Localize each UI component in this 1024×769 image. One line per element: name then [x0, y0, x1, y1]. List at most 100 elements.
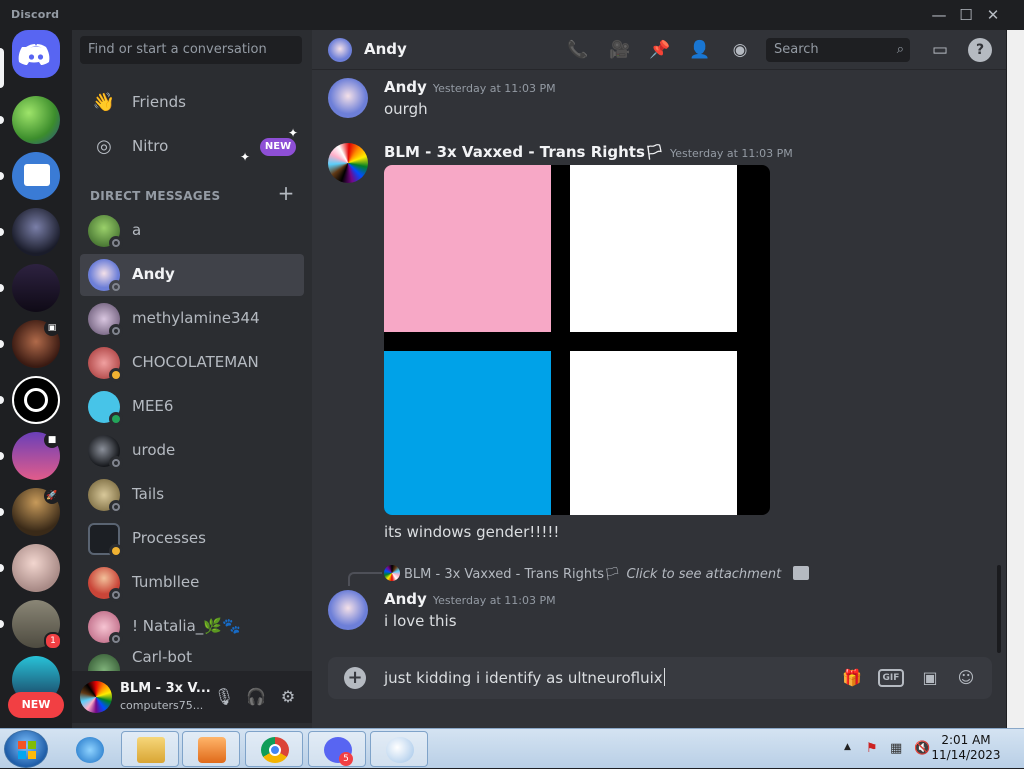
message-avatar[interactable] [328, 143, 368, 183]
inbox-icon[interactable]: ▭ [928, 38, 952, 62]
server-mention-badge: 1 [44, 632, 62, 650]
discord-logo-icon [18, 44, 50, 65]
emoji-icon[interactable]: ☺ [954, 666, 978, 690]
voice-call-icon[interactable]: 📞 [566, 38, 590, 62]
server-icon-4[interactable] [12, 264, 60, 312]
message-input[interactable]: just kidding i identify as ultneurofluix [384, 668, 665, 687]
nitro-new-badge: NEW [260, 138, 296, 156]
dm-name: methylamine344 [132, 309, 260, 327]
action-center-icon[interactable]: ⚑ [866, 741, 878, 756]
reply-preview[interactable]: BLM - 3x Vaxxed - Trans Rights🏳 Click to … [384, 565, 810, 582]
gif-button[interactable]: GIF [878, 669, 904, 687]
taskbar-explorer[interactable] [121, 731, 179, 767]
message-timestamp: Yesterday at 11:03 PM [432, 594, 556, 607]
friends-nav[interactable]: 👋 Friends [80, 82, 304, 124]
create-dm-plus-icon[interactable]: + [276, 181, 296, 205]
message-text: ourgh [384, 100, 428, 118]
nitro-icon: ◎ [96, 136, 112, 157]
white-square [570, 165, 737, 332]
windows-logo-icon [18, 741, 36, 759]
close-button[interactable]: ✕ [980, 4, 1006, 26]
taskbar-paint[interactable] [370, 731, 428, 767]
message-author[interactable]: Andy Yesterday at 11:03 PM [384, 78, 556, 96]
window-scrollbar[interactable] [1007, 30, 1024, 728]
chat-main: Andy 📞 🎥 📌 👤 ◉ Search ⌕ ▭ ? Andy Yesterda… [312, 30, 1006, 728]
search-icon: ⌕ [896, 42, 904, 57]
new-servers-pill[interactable]: NEW [8, 692, 64, 718]
reply-avatar [384, 565, 400, 581]
message-author[interactable]: Andy Yesterday at 11:03 PM [384, 590, 556, 608]
find-conversation-button[interactable]: Find or start a conversation [80, 36, 302, 64]
server-icon-2[interactable] [12, 152, 60, 200]
dm-item-natalia[interactable]: ! Natalia_🌿🐾 [80, 606, 304, 648]
headphones-icon[interactable]: 🎧 [244, 685, 268, 709]
dm-name: urode [132, 441, 176, 459]
dm-sidebar: Find or start a conversation 👋 Friends ◎… [72, 30, 312, 728]
internet-explorer-icon [76, 737, 104, 763]
server-list: ▣ ■ 🚀 1 NEW [0, 30, 72, 728]
nitro-nav[interactable]: ◎ Nitro ✦ ✦ NEW [80, 126, 304, 168]
pink-square [384, 165, 551, 332]
dm-item-a[interactable]: a [80, 210, 304, 252]
maximize-button[interactable]: ☐ [953, 4, 979, 26]
dm-item-processes[interactable]: Processes [80, 518, 304, 560]
user-avatar[interactable] [80, 681, 112, 713]
minimize-button[interactable]: — [926, 4, 952, 26]
dm-item-mee6[interactable]: MEE6 [80, 386, 304, 428]
search-input[interactable]: Search ⌕ [766, 38, 910, 62]
dm-item-tails[interactable]: Tails [80, 474, 304, 516]
taskbar-ie[interactable] [60, 731, 118, 767]
dm-item-methylamine344[interactable]: methylamine344 [80, 298, 304, 340]
show-hidden-icons-icon[interactable]: ▲ [844, 742, 851, 752]
gift-icon[interactable]: 🎁 [840, 666, 864, 690]
attach-plus-icon[interactable]: + [344, 667, 366, 689]
message-avatar[interactable] [328, 590, 368, 630]
server-icon-6[interactable] [12, 376, 60, 424]
dm-name: ! Natalia_🌿🐾 [132, 617, 241, 635]
taskbar-discord[interactable]: 5 [308, 731, 366, 767]
message-composer[interactable]: + just kidding i identify as ultneuroflu… [328, 657, 992, 699]
dm-item-urode[interactable]: urode [80, 430, 304, 472]
video-call-icon[interactable]: 🎥 [608, 38, 632, 62]
dm-item-tumbllee[interactable]: Tumbllee [80, 562, 304, 604]
dm-name: CHOCOLATEMAN [132, 353, 259, 371]
server-icon-9[interactable] [12, 544, 60, 592]
message-author[interactable]: BLM - 3x Vaxxed - Trans Rights🏳 Yesterday… [384, 143, 793, 161]
dm-item-carl-bot[interactable]: Carl-bot [80, 646, 304, 672]
nitro-label: Nitro [132, 137, 169, 155]
taskbar-clock[interactable]: 2:01 AM 11/14/2023 [926, 733, 1006, 763]
message-timestamp: Yesterday at 11:03 PM [432, 82, 556, 95]
server-video-icon: ■ [44, 432, 60, 448]
network-icon[interactable]: ▦ [890, 741, 902, 756]
white-square [570, 351, 737, 515]
start-button[interactable] [4, 730, 48, 768]
windows-taskbar: 5 ▲ ⚑ ▦ 🔇 2:01 AM 11/14/2023 [0, 728, 1024, 768]
chrome-icon [261, 737, 289, 763]
title-bar: Discord — ☐ ✕ [0, 0, 1024, 30]
server-icon-3[interactable] [12, 208, 60, 256]
help-icon[interactable]: ? [968, 38, 992, 62]
dm-name: Carl-bot [132, 648, 192, 666]
dm-item-andy[interactable]: Andy [80, 254, 304, 296]
header-avatar [328, 38, 352, 62]
taskbar-media-player[interactable] [182, 731, 240, 767]
media-player-icon [198, 737, 226, 763]
taskbar-chrome[interactable] [245, 731, 303, 767]
image-attachment[interactable] [384, 165, 770, 515]
settings-gear-icon[interactable]: ⚙ [276, 685, 300, 709]
home-button[interactable] [12, 30, 60, 78]
image-icon [793, 566, 810, 580]
friends-icon: 👋 [92, 92, 116, 113]
chat-scrollbar[interactable] [997, 565, 1001, 653]
message-avatar[interactable] [328, 78, 368, 118]
paint-icon [386, 737, 414, 763]
friends-label: Friends [132, 93, 186, 111]
microphone-icon[interactable]: 🎙 [212, 685, 236, 709]
user-profile-icon[interactable]: ◉ [728, 38, 752, 62]
dm-item-chocolateman[interactable]: CHOCOLATEMAN [80, 342, 304, 384]
sticker-icon[interactable]: ▣ [918, 666, 942, 690]
server-icon-1[interactable] [12, 96, 60, 144]
pinned-messages-icon[interactable]: 📌 [648, 38, 672, 62]
dm-name: Tails [132, 485, 165, 503]
add-friends-icon[interactable]: 👤 [688, 38, 712, 62]
